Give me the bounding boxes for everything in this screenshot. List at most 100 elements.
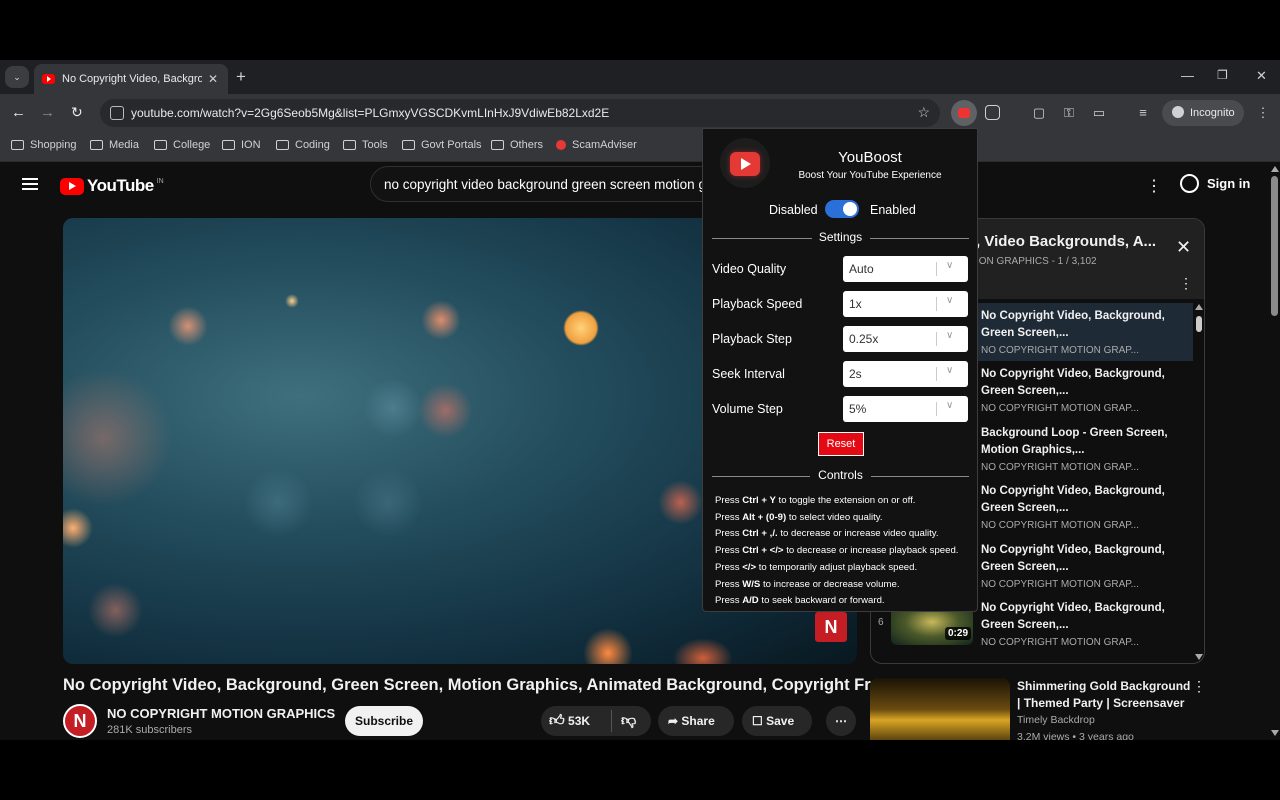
page-scrollbar[interactable]	[1268, 162, 1280, 740]
bookmark-folder[interactable]: ION	[222, 139, 261, 151]
tab-title: No Copyright Video, Background, Green Sc…	[62, 73, 202, 85]
extensions-icon[interactable]	[985, 105, 1000, 120]
active-tab[interactable]: No Copyright Video, Background, Green Sc…	[34, 64, 228, 94]
setting-row: Playback Speed 1x ∨	[712, 291, 969, 317]
tab-list-button[interactable]: ⌄	[5, 66, 29, 88]
bokeh-light	[353, 468, 423, 538]
more-actions-icon[interactable]: ⋯	[826, 706, 856, 736]
recommended-thumbnail[interactable]	[870, 678, 1010, 740]
channel-avatar[interactable]: N	[63, 704, 97, 738]
like-button[interactable]: 👍︎ 53K	[549, 706, 590, 736]
close-window-icon[interactable]: ✕	[1256, 68, 1267, 84]
settings-menu-icon[interactable]: ⋮	[1146, 176, 1162, 196]
youboost-extension-icon[interactable]	[951, 100, 977, 126]
select-separator	[936, 297, 937, 311]
chevron-down-icon: ∨	[946, 295, 954, 306]
close-playlist-icon[interactable]: ✕	[1176, 237, 1191, 258]
cast-icon[interactable]: ▭	[1090, 104, 1108, 122]
playback-speed-select[interactable]: 1x ∨	[843, 291, 968, 317]
playlist-menu-icon[interactable]: ⋮	[1179, 275, 1193, 292]
bookmark-folder[interactable]: Coding	[276, 139, 330, 151]
playlist-item-channel: NO COPYRIGHT MOTION GRAP...	[981, 345, 1139, 356]
scroll-up-arrow-icon[interactable]	[1195, 304, 1203, 310]
address-bar[interactable]: youtube.com/watch?v=2Gg6Seob5Mg&list=PLG…	[100, 99, 940, 127]
bokeh-light	[168, 306, 208, 346]
thumbs-up-icon: 👍︎	[549, 712, 565, 729]
control-hint: Press </> to temporarily adjust playback…	[715, 561, 918, 573]
forward-icon[interactable]: →	[40, 104, 55, 121]
bookmark-icon: ☐	[752, 714, 763, 728]
new-tab-icon[interactable]: +	[236, 68, 246, 85]
channel-name[interactable]: NO COPYRIGHT MOTION GRAPHICS	[107, 706, 335, 721]
playlist-title[interactable]: , Video Backgrounds, A...	[976, 233, 1156, 250]
bookmark-folder[interactable]: Others	[491, 139, 543, 151]
subscribe-button[interactable]: Subscribe	[345, 706, 423, 736]
setting-label: Video Quality	[712, 262, 787, 276]
sign-in-button[interactable]: Sign in	[1180, 174, 1250, 193]
scroll-up-arrow-icon[interactable]	[1271, 166, 1279, 172]
playlist-item-title: No Copyright Video, Background, Green Sc…	[981, 310, 1165, 339]
folder-icon	[90, 140, 103, 150]
youtube-logo[interactable]: YouTube IN	[60, 176, 164, 196]
sign-in-label: Sign in	[1207, 176, 1251, 191]
enabled-label: Enabled	[870, 203, 916, 217]
hamburger-menu-icon[interactable]	[22, 178, 38, 190]
enable-toggle[interactable]	[825, 200, 859, 218]
scrollbar-thumb[interactable]	[1271, 176, 1278, 316]
bookmark-folder[interactable]: College	[154, 139, 210, 151]
bookmark-folder[interactable]: Tools	[343, 139, 388, 151]
folder-icon	[402, 140, 415, 150]
playback-step-select[interactable]: 0.25x ∨	[843, 326, 968, 352]
seek-interval-select[interactable]: 2s ∨	[843, 361, 968, 387]
control-hint: Press Ctrl + ,/. to decrease or increase…	[715, 528, 939, 540]
scroll-down-arrow-icon[interactable]	[1195, 654, 1203, 660]
playlist-item-title: No Copyright Video, Background, Green Sc…	[981, 368, 1165, 397]
save-button[interactable]: ☐ Save	[742, 706, 812, 736]
bookmark-folder[interactable]: Shopping	[11, 139, 77, 151]
scamadviser-icon	[556, 140, 566, 150]
close-tab-icon[interactable]: ✕	[208, 72, 218, 86]
browser-menu-icon[interactable]: ⋮	[1254, 104, 1272, 122]
recommended-video[interactable]: Shimmering Gold Background | Themed Part…	[870, 678, 1206, 740]
chevron-down-icon: ∨	[946, 400, 954, 411]
scrollbar-thumb[interactable]	[1196, 316, 1202, 332]
bokeh-light	[418, 383, 473, 438]
bookmark-folder[interactable]: Media	[90, 139, 139, 151]
recommended-menu-icon[interactable]: ⋮	[1192, 678, 1206, 695]
country-code: IN	[156, 177, 164, 185]
media-controls-icon[interactable]: ≡	[1134, 104, 1152, 122]
bokeh-light	[88, 583, 143, 638]
disabled-label: Disabled	[769, 203, 818, 217]
bookmark-link[interactable]: ScamAdviser	[556, 139, 637, 151]
bookmark-folder[interactable]: Govt Portals	[402, 139, 482, 151]
playlist-scrollbar[interactable]	[1195, 304, 1203, 660]
volume-step-select[interactable]: 5% ∨	[843, 396, 968, 422]
incognito-badge[interactable]: Incognito	[1162, 100, 1244, 126]
youboost-popup: YouBoost Boost Your YouTube Experience D…	[702, 128, 978, 612]
minimize-icon[interactable]: —	[1181, 68, 1194, 83]
bokeh-light	[243, 468, 313, 538]
key-icon[interactable]: ⚿	[1060, 104, 1078, 122]
video-quality-select[interactable]: Auto ∨	[843, 256, 968, 282]
restore-icon[interactable]: ❐	[1217, 68, 1228, 82]
thumbs-down-icon[interactable]: 👎︎	[621, 706, 636, 736]
reload-icon[interactable]: ↻	[71, 104, 83, 121]
youboost-logo	[720, 138, 770, 188]
controls-list: Press Ctrl + Y to toggle the extension o…	[715, 493, 975, 610]
share-button[interactable]: ➦ Share	[658, 706, 734, 736]
folder-icon	[11, 140, 24, 150]
site-info-icon[interactable]	[110, 106, 124, 120]
scroll-down-arrow-icon[interactable]	[1271, 730, 1279, 736]
setting-label: Playback Step	[712, 332, 792, 346]
channel-watermark[interactable]: N	[815, 612, 847, 642]
control-hint: Press A/D to seek backward or forward.	[715, 595, 885, 607]
lens-icon[interactable]: ▢	[1030, 104, 1048, 122]
video-title: No Copyright Video, Background, Green Sc…	[63, 676, 890, 694]
like-divider	[611, 710, 612, 732]
reset-button[interactable]: Reset	[818, 432, 864, 456]
bookmark-star-icon[interactable]: ☆	[917, 104, 930, 121]
back-icon[interactable]: ←	[11, 104, 26, 121]
setting-row: Seek Interval 2s ∨	[712, 361, 969, 387]
search-input[interactable]: no copyright video background green scre…	[370, 166, 710, 202]
playlist-item-channel: NO COPYRIGHT MOTION GRAP...	[981, 462, 1139, 473]
